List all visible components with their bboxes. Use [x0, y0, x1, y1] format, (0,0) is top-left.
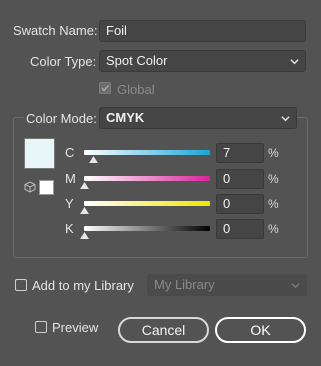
slider-y-thumb[interactable] [80, 207, 89, 214]
swatch-name-input[interactable]: Foil [99, 20, 306, 42]
out-of-gamut-cube-icon[interactable] [24, 181, 36, 193]
chevron-down-icon [291, 283, 300, 289]
swatch-preview [24, 138, 55, 169]
slider-m-track[interactable] [84, 176, 210, 181]
slider-k-percent-unit: % [268, 222, 279, 236]
library-dropdown-value: My Library [154, 277, 215, 292]
global-checkbox[interactable] [99, 82, 111, 94]
slider-c-label: C [65, 145, 75, 160]
slider-m-percent-unit: % [268, 172, 279, 186]
cancel-button[interactable]: Cancel [118, 317, 209, 343]
color-type-dropdown[interactable]: Spot Color [99, 50, 306, 72]
chevron-down-icon [281, 116, 290, 122]
slider-k-value-input[interactable]: 0 [216, 219, 264, 239]
slider-c-percent-unit: % [268, 146, 279, 160]
slider-k-label: K [65, 221, 74, 236]
color-mode-dropdown[interactable]: CMYK [99, 107, 297, 129]
slider-y-percent-unit: % [268, 197, 279, 211]
color-mode-value: CMYK [106, 110, 145, 125]
preview-label: Preview [52, 320, 99, 335]
add-to-library-label: Add to my Library [32, 278, 134, 293]
slider-k-track[interactable] [84, 226, 210, 231]
library-dropdown[interactable]: My Library [147, 274, 307, 296]
slider-m-value-input[interactable]: 0 [216, 169, 264, 189]
swatch-name-label: Swatch Name: [13, 23, 98, 38]
checkmark-icon [101, 84, 110, 92]
chevron-down-icon [290, 59, 299, 65]
ok-button[interactable]: OK [215, 317, 306, 343]
global-label: Global [117, 82, 155, 97]
color-mode-label: Color Mode: [24, 111, 99, 126]
slider-m-thumb[interactable] [80, 182, 89, 189]
slider-m-label: M [65, 171, 76, 186]
slider-c-track[interactable] [84, 150, 210, 155]
slider-c-thumb[interactable] [88, 156, 98, 163]
gamut-color-square[interactable] [39, 180, 54, 195]
add-to-library-checkbox[interactable] [15, 279, 27, 291]
slider-k-thumb[interactable] [80, 232, 89, 239]
slider-y-value-input[interactable]: 0 [216, 194, 264, 214]
slider-y-track[interactable] [84, 201, 210, 206]
color-type-label: Color Type: [30, 54, 97, 69]
slider-y-label: Y [65, 196, 74, 211]
preview-checkbox[interactable] [35, 321, 47, 333]
slider-c-value-input[interactable]: 7 [216, 143, 264, 163]
color-type-value: Spot Color [106, 53, 168, 68]
